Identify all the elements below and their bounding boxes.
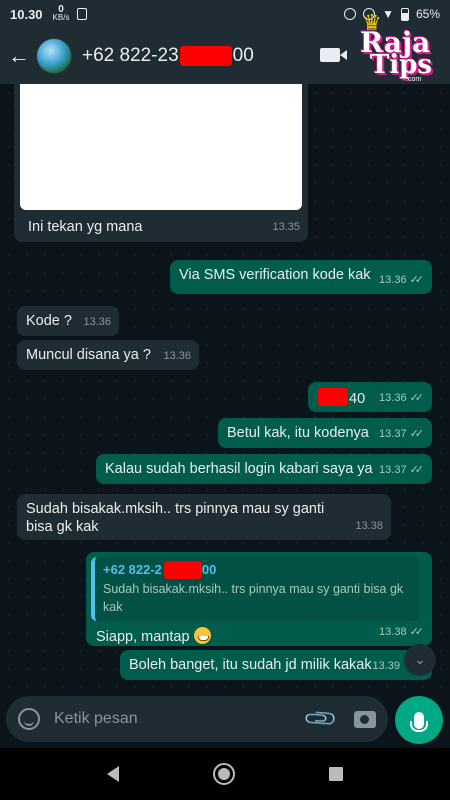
read-ticks-icon: ✓✓ <box>409 626 425 638</box>
contact-name[interactable]: +62 822-23 00 <box>82 45 254 67</box>
redaction-mark <box>179 46 232 66</box>
message-outgoing[interactable]: Boleh banget, itu sudah jd milik kakak 1… <box>120 650 432 680</box>
quoted-text: Sudah bisakak.mksih.. trs pinnya mau sy … <box>103 582 404 614</box>
contact-avatar[interactable] <box>36 38 72 74</box>
message-time: 13.38 <box>355 520 383 532</box>
message-text: Ini tekan yg mana <box>28 219 143 235</box>
message-time: 13.36 <box>83 316 111 328</box>
message-incoming-image[interactable]: Ini tekan yg mana 13.35 <box>14 84 308 242</box>
message-meta: 13.38 ✓✓ <box>379 623 424 641</box>
message-text: Boleh banget, itu sudah jd milik kakak <box>129 657 372 673</box>
quoted-sender-prefix: +62 822-2 <box>103 562 162 577</box>
message-time: 13.36 <box>379 274 407 286</box>
message-time: 13.37 <box>379 464 407 476</box>
read-ticks-icon: ✓✓ <box>409 428 425 440</box>
message-outgoing-reply[interactable]: +62 822-2 00 Sudah bisakak.mksih.. trs p… <box>86 552 432 646</box>
quoted-sender-suffix: 00 <box>201 562 217 577</box>
paperclip-icon[interactable]: 📎 <box>301 700 339 738</box>
message-meta: 13.36 ✓✓ <box>379 271 424 289</box>
redaction-mark <box>318 388 348 406</box>
message-time: 13.37 <box>379 428 407 440</box>
message-meta: 13.35 <box>272 218 300 236</box>
message-meta: 13.37 ✓✓ <box>379 461 424 479</box>
quoted-sender: +62 822-2 00 <box>103 561 411 579</box>
message-body: Siapp, mantap <box>91 627 427 646</box>
message-image[interactable] <box>20 84 302 210</box>
camera-icon[interactable] <box>354 710 376 728</box>
scroll-to-bottom-button[interactable]: ⌄ <box>404 644 436 676</box>
chat-area[interactable]: Ini tekan yg mana 13.35 Via SMS verifica… <box>0 84 450 692</box>
emoji-icon[interactable] <box>18 708 40 730</box>
read-ticks-icon: ✓✓ <box>409 392 425 404</box>
voice-message-button[interactable] <box>395 696 443 744</box>
message-text: 40 <box>349 391 366 407</box>
message-time: 13.36 <box>379 392 407 404</box>
sim-icon <box>77 8 88 20</box>
message-text: Kode ? <box>26 313 72 329</box>
message-text: Muncul disana ya ? <box>26 347 151 363</box>
chat-header: ← +62 822-23 00 ♛ Raja Tips .com <box>0 10 450 84</box>
logo-line2: Tips <box>370 50 433 80</box>
message-input-bar: Ketik pesan 📎 <box>0 692 450 748</box>
message-outgoing[interactable]: 40 13.36 ✓✓ <box>308 382 432 412</box>
message-text: Siapp, mantap <box>96 629 190 645</box>
message-meta: 13.36 ✓✓ <box>379 389 424 407</box>
status-time: 10.30 <box>10 6 43 22</box>
message-outgoing[interactable]: Betul kak, itu kodenya 13.37 ✓✓ <box>218 418 432 448</box>
message-outgoing[interactable]: Via SMS verification kode kak 13.36 ✓✓ <box>170 260 432 294</box>
android-nav-bar <box>0 748 450 800</box>
video-call-icon[interactable] <box>320 48 347 62</box>
message-meta: 13.39 <box>372 657 400 675</box>
network-speed: 0 KB/s <box>52 5 70 22</box>
message-meta: 13.38 <box>355 517 383 535</box>
message-time: 13.35 <box>272 221 300 233</box>
message-meta: 13.37 ✓✓ <box>379 425 424 443</box>
network-speed-unit: KB/s <box>52 13 70 22</box>
message-time: 13.39 <box>372 660 400 672</box>
nav-back-icon[interactable] <box>107 766 119 782</box>
nav-recents-icon[interactable] <box>329 767 343 781</box>
message-time: 13.36 <box>163 350 191 362</box>
message-input-box[interactable]: Ketik pesan 📎 <box>6 696 388 742</box>
message-meta: 13.36 <box>163 347 191 365</box>
logo-domain: .com <box>406 76 422 83</box>
message-text: Kalau sudah berhasil login kabari saya y… <box>105 461 373 477</box>
read-ticks-icon: ✓✓ <box>409 274 425 286</box>
contact-name-prefix: +62 822-23 <box>82 45 179 66</box>
quoted-message[interactable]: +62 822-2 00 Sudah bisakak.mksih.. trs p… <box>91 557 419 621</box>
contact-name-suffix: 00 <box>232 45 254 66</box>
double-chevron-down-icon: ⌄ <box>414 651 426 667</box>
back-arrow-icon[interactable]: ← <box>8 43 30 69</box>
message-meta: 13.36 <box>83 313 111 331</box>
message-incoming[interactable]: Sudah bisakak.mksih.. trs pinnya mau sy … <box>17 494 391 540</box>
read-ticks-icon: ✓✓ <box>409 464 425 476</box>
message-incoming[interactable]: Muncul disana ya ? 13.36 <box>17 340 199 370</box>
message-time: 13.38 <box>379 626 407 638</box>
message-text: Sudah bisakak.mksih.. trs pinnya mau sy … <box>26 501 325 535</box>
rajatips-watermark-logo: ♛ Raja Tips .com <box>352 10 444 88</box>
message-input[interactable]: Ketik pesan <box>54 710 307 728</box>
grinning-emoji-icon <box>193 627 211 644</box>
message-text: Via SMS verification kode kak <box>179 267 371 283</box>
redaction-mark <box>163 561 202 579</box>
nav-home-icon[interactable] <box>213 763 235 785</box>
message-incoming[interactable]: Kode ? 13.36 <box>17 306 119 336</box>
message-outgoing[interactable]: Kalau sudah berhasil login kabari saya y… <box>96 454 432 484</box>
message-text: Betul kak, itu kodenya <box>227 425 369 441</box>
microphone-icon <box>410 711 428 732</box>
